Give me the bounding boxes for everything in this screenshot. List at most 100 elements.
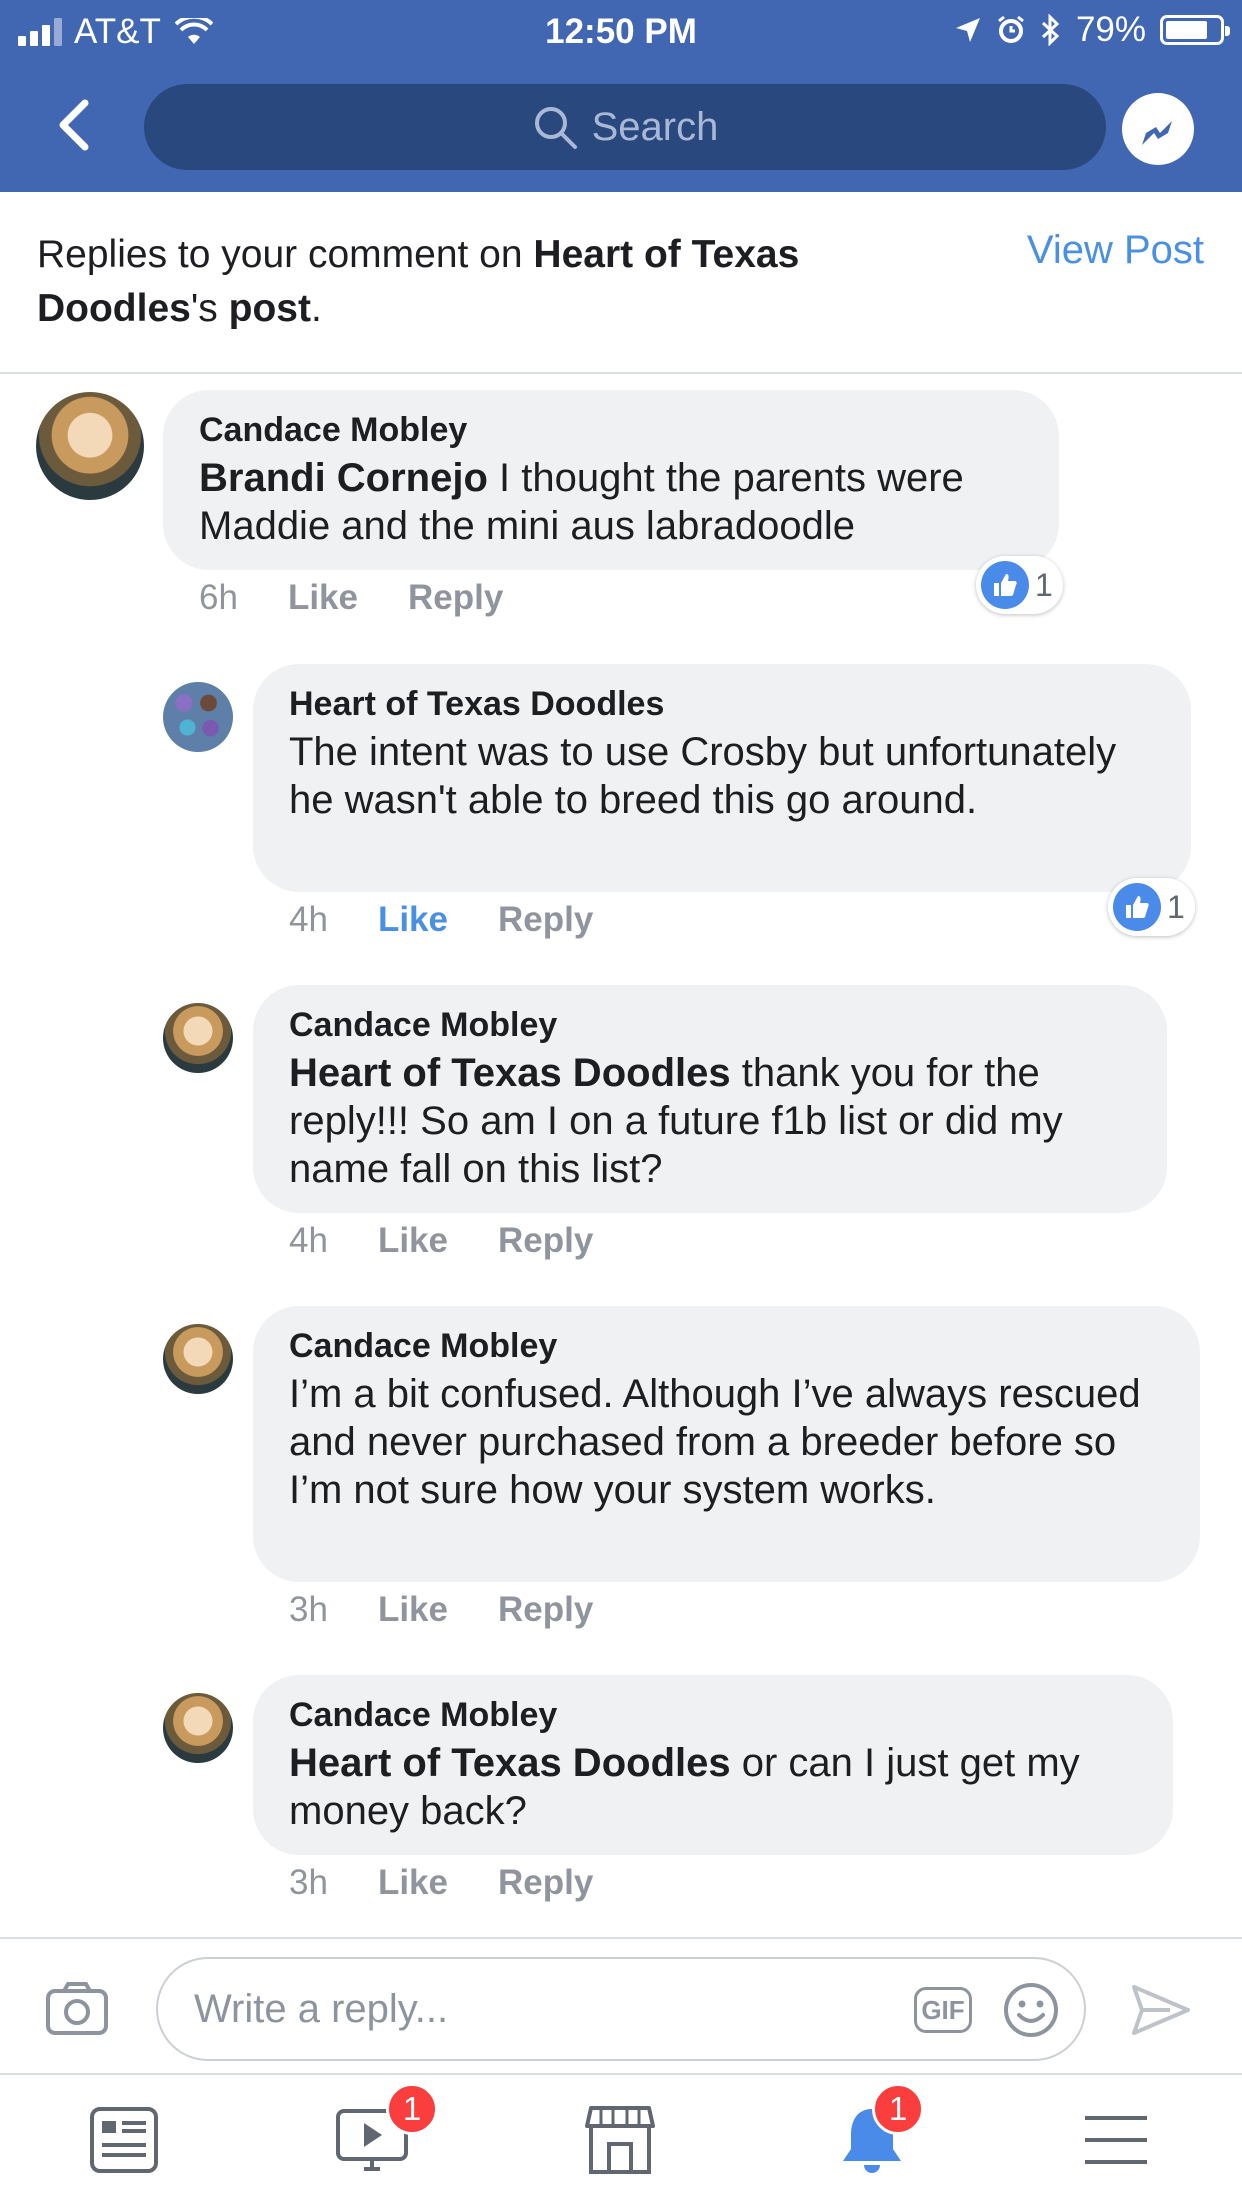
- location-arrow-icon: [955, 18, 980, 42]
- search-icon: [534, 107, 577, 149]
- notifications-badge: 1: [872, 2083, 924, 2135]
- tab-video[interactable]: 1: [322, 2083, 438, 2185]
- comment-time: 3h: [289, 1590, 328, 1629]
- comment-bubble: Candace Mobley Brandi Cornejo I thought …: [163, 390, 1059, 570]
- comment-bubble: Candace Mobley Heart of Texas Doodles th…: [253, 985, 1167, 1213]
- reaction-count: 1: [1167, 888, 1185, 925]
- reply-button[interactable]: Reply: [408, 578, 503, 618]
- search-placeholder: Search: [591, 104, 719, 149]
- comment-mention[interactable]: Brandi Cornejo: [199, 456, 488, 500]
- battery-level: [1166, 21, 1208, 39]
- thumbs-up-icon: [1113, 883, 1161, 931]
- notice-text: Replies to your comment on Heart of Texa…: [37, 228, 937, 336]
- messenger-button[interactable]: [1122, 93, 1194, 165]
- hamburger-menu-icon: [1085, 2116, 1147, 2164]
- comment-text: The intent was to use Crosby but unfortu…: [289, 730, 1117, 822]
- camera-icon: [46, 1982, 108, 2035]
- comment-bubble: Candace Mobley I’m a bit confused. Altho…: [253, 1306, 1200, 1582]
- emoji-button[interactable]: [1002, 1981, 1060, 2039]
- notice-post-word[interactable]: post: [229, 287, 311, 330]
- avatar[interactable]: [163, 1324, 233, 1394]
- comment-body: Brandi Cornejo I thought the parents wer…: [199, 454, 1023, 550]
- comment-actions: 4h Like Reply: [289, 1221, 643, 1261]
- like-button[interactable]: Like: [378, 1863, 448, 1903]
- reaction-count-badge[interactable]: 1: [976, 556, 1063, 614]
- camera-button[interactable]: [44, 1979, 116, 2045]
- reaction-count-badge[interactable]: 1: [1108, 878, 1195, 936]
- top-navigation-bar: AT&T 12:50 PM 79% Search: [0, 0, 1242, 192]
- replies-notice: Replies to your comment on Heart of Texa…: [0, 192, 1242, 374]
- avatar[interactable]: [163, 1003, 233, 1073]
- comment-bubble: Candace Mobley Heart of Texas Doodles or…: [253, 1675, 1173, 1855]
- comment-actions: 4h Like Reply: [289, 900, 643, 940]
- comment-author[interactable]: Candace Mobley: [289, 1005, 1131, 1045]
- view-post-link[interactable]: View Post: [1027, 228, 1204, 273]
- comment-body: I’m a bit confused. Although I’ve always…: [289, 1370, 1164, 1514]
- smiley-icon: [1004, 1983, 1058, 2037]
- reply-button[interactable]: Reply: [498, 1221, 593, 1261]
- like-button[interactable]: Like: [378, 1221, 448, 1261]
- comment: Candace Mobley I’m a bit confused. Altho…: [0, 1306, 1242, 1636]
- reply-placeholder: Write a reply...: [194, 1987, 449, 2031]
- notice-prefix: Replies to your comment on: [37, 233, 534, 276]
- comment-time: 4h: [289, 1221, 328, 1260]
- reply-button[interactable]: Reply: [498, 900, 593, 940]
- notice-possessive: 's: [190, 287, 229, 330]
- comment-author[interactable]: Candace Mobley: [289, 1326, 1164, 1366]
- comment: Heart of Texas Doodles The intent was to…: [0, 664, 1242, 949]
- comment-author[interactable]: Heart of Texas Doodles: [289, 684, 1155, 724]
- avatar[interactable]: [36, 392, 144, 500]
- like-button[interactable]: Like: [378, 900, 448, 940]
- news-feed-icon: [90, 2107, 158, 2173]
- gif-button[interactable]: GIF: [914, 1987, 972, 2033]
- chevron-left-icon: [59, 99, 89, 151]
- messenger-icon: [1142, 121, 1172, 145]
- comment-actions: 3h Like Reply: [289, 1863, 643, 1903]
- status-bar: AT&T 12:50 PM 79%: [0, 0, 1242, 62]
- comment-text: I’m a bit confused. Although I’ve always…: [289, 1372, 1141, 1512]
- tab-marketplace[interactable]: [570, 2095, 670, 2185]
- comment: Candace Mobley Heart of Texas Doodles or…: [0, 1675, 1242, 1915]
- comment-time: 6h: [199, 578, 238, 617]
- comment-body: Heart of Texas Doodles thank you for the…: [289, 1049, 1131, 1193]
- battery-percent: 79%: [1075, 10, 1146, 49]
- thumbs-up-icon: [981, 561, 1029, 609]
- comment: Candace Mobley Brandi Cornejo I thought …: [0, 390, 1242, 620]
- video-badge: 1: [386, 2083, 438, 2135]
- comment-time: 4h: [289, 900, 328, 939]
- tab-menu[interactable]: [1066, 2095, 1166, 2185]
- comment-actions: 3h Like Reply: [289, 1590, 643, 1630]
- reply-composer: Write a reply... GIF: [0, 1937, 1242, 2075]
- comment-author[interactable]: Candace Mobley: [289, 1695, 1137, 1735]
- bluetooth-icon: [1041, 14, 1060, 46]
- notice-period: .: [310, 287, 322, 330]
- reply-input[interactable]: Write a reply... GIF: [156, 1957, 1086, 2061]
- marketplace-icon: [585, 2106, 655, 2174]
- avatar[interactable]: [163, 682, 233, 752]
- comment-mention[interactable]: Heart of Texas Doodles: [289, 1741, 731, 1785]
- search-bar[interactable]: Search: [144, 84, 1106, 170]
- status-right: 79%: [954, 10, 1230, 50]
- send-arrow-icon: [1132, 1985, 1190, 2035]
- comment-body: Heart of Texas Doodles or can I just get…: [289, 1739, 1137, 1835]
- back-button[interactable]: [48, 95, 98, 155]
- like-button[interactable]: Like: [378, 1590, 448, 1630]
- reply-button[interactable]: Reply: [498, 1863, 593, 1903]
- reaction-count: 1: [1035, 566, 1053, 603]
- send-button[interactable]: [1130, 1979, 1192, 2041]
- avatar[interactable]: [163, 1693, 233, 1763]
- reply-button[interactable]: Reply: [498, 1590, 593, 1630]
- like-button[interactable]: Like: [288, 578, 358, 618]
- comment: Candace Mobley Heart of Texas Doodles th…: [0, 985, 1242, 1265]
- comment-mention[interactable]: Heart of Texas Doodles: [289, 1051, 731, 1095]
- comment-bubble: Heart of Texas Doodles The intent was to…: [253, 664, 1191, 892]
- tab-notifications[interactable]: 1: [822, 2083, 924, 2185]
- comment-body: The intent was to use Crosby but unfortu…: [289, 728, 1155, 824]
- alarm-clock-icon: [998, 15, 1024, 43]
- battery-icon: [1160, 15, 1230, 45]
- comment-actions: 6h Like Reply: [199, 578, 553, 618]
- bottom-tab-bar: 1 1: [0, 2077, 1242, 2208]
- tab-news-feed[interactable]: [74, 2095, 174, 2185]
- comment-author[interactable]: Candace Mobley: [199, 410, 1023, 450]
- comment-time: 3h: [289, 1863, 328, 1902]
